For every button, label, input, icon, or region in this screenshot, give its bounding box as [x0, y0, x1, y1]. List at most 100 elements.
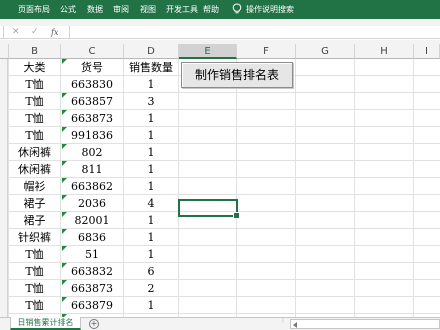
tab-help[interactable]: 帮助: [203, 4, 219, 15]
row-header[interactable]: [0, 297, 8, 314]
checkmark-icon[interactable]: ✓: [31, 26, 39, 39]
column-header-b[interactable]: B: [9, 44, 61, 59]
cell-sales-qty[interactable]: 1: [124, 229, 178, 246]
column-header-g[interactable]: G: [296, 44, 355, 59]
row-header[interactable]: [0, 263, 8, 280]
active-cell-e9[interactable]: [178, 199, 240, 219]
cell-sales-qty[interactable]: 6: [124, 263, 178, 280]
tab-review[interactable]: 审阅: [113, 4, 129, 15]
error-indicator-icon: [62, 161, 67, 166]
row-header[interactable]: [0, 178, 8, 195]
cell-sales-qty[interactable]: 1: [124, 212, 178, 229]
name-box[interactable]: [0, 26, 4, 39]
make-sales-ranking-button[interactable]: 制作销售排名表: [181, 62, 293, 88]
cell-category[interactable]: T恤: [9, 280, 60, 297]
cell-sales-qty[interactable]: 1: [124, 144, 178, 161]
cell-category[interactable]: T恤: [9, 93, 60, 110]
row-header[interactable]: [0, 161, 8, 178]
header-cell-sales-qty[interactable]: 销售数量: [124, 59, 178, 76]
cell-category[interactable]: T恤: [9, 246, 60, 263]
cell-sales-qty[interactable]: 3: [124, 93, 178, 110]
tab-data[interactable]: 数据: [87, 4, 103, 15]
cell-sales-qty[interactable]: 1: [124, 76, 178, 93]
insert-function-icon[interactable]: fx: [51, 26, 58, 39]
error-indicator-icon: [62, 229, 67, 234]
error-indicator-icon: [62, 280, 67, 285]
header-cell-category[interactable]: 大类: [9, 59, 60, 76]
error-indicator-icon: [62, 178, 67, 183]
cancel-icon[interactable]: ✕: [12, 26, 20, 39]
tab-formulas[interactable]: 公式: [60, 4, 76, 15]
cell-item-number[interactable]: 2036: [61, 195, 123, 212]
cell-category[interactable]: 针织裤: [9, 229, 60, 246]
cell-sales-qty[interactable]: 1: [124, 161, 178, 178]
horizontal-scrollbar[interactable]: [290, 319, 440, 329]
row-header[interactable]: [0, 110, 8, 127]
row-header[interactable]: [0, 76, 8, 93]
header-cell-item-number[interactable]: 货号: [61, 59, 123, 76]
cell-sales-qty[interactable]: 1: [124, 110, 178, 127]
row-header[interactable]: [0, 59, 8, 76]
row-header[interactable]: [0, 144, 8, 161]
column-header-f[interactable]: F: [237, 44, 296, 59]
cell-item-number[interactable]: 82001: [61, 212, 123, 229]
sheet-tab-bar: 日销售累计排名 + ⋮: [0, 317, 440, 330]
row-header[interactable]: [0, 246, 8, 263]
cell-category[interactable]: T恤: [9, 127, 60, 144]
cell-category[interactable]: T恤: [9, 110, 60, 127]
cell-item-number[interactable]: 663862: [61, 178, 123, 195]
cell-category[interactable]: 帽衫: [9, 178, 60, 195]
tell-me-search[interactable]: 操作说明搜索: [246, 4, 294, 15]
row-header[interactable]: [0, 195, 8, 212]
cell-sales-qty[interactable]: 1: [124, 297, 178, 314]
row-header[interactable]: [0, 93, 8, 110]
cell-item-number[interactable]: 663873: [61, 280, 123, 297]
more-options-icon[interactable]: ⋮: [280, 318, 286, 329]
ribbon-panel: [0, 19, 440, 26]
cell-sales-qty[interactable]: 2: [124, 280, 178, 297]
select-all-corner[interactable]: [0, 44, 9, 59]
cell-item-number[interactable]: 6836: [61, 229, 123, 246]
cell-item-number[interactable]: 663830: [61, 76, 123, 93]
row-header[interactable]: [0, 280, 8, 297]
cell-category[interactable]: 裙子: [9, 195, 60, 212]
row-header[interactable]: [0, 229, 8, 246]
row-header[interactable]: [0, 127, 8, 144]
column-header-i[interactable]: I: [414, 44, 440, 59]
column-header-e[interactable]: E: [179, 44, 237, 59]
tab-developer[interactable]: 开发工具: [166, 4, 198, 15]
formula-input[interactable]: [69, 26, 440, 39]
sheet-tab-daily-sales-ranking[interactable]: 日销售累计排名: [10, 317, 81, 330]
cell-item-number[interactable]: 663879: [61, 297, 123, 314]
worksheet-grid[interactable]: 大类 货号 销售数量 T恤 663830 1 T恤 663857 3 T恤 663873 1 T恤 991…: [0, 59, 440, 317]
cell-category[interactable]: T恤: [9, 263, 60, 280]
cell-sales-qty[interactable]: 1: [124, 178, 178, 195]
cell-item-number[interactable]: 811: [61, 161, 123, 178]
cell-category[interactable]: 休闲裤: [9, 161, 60, 178]
lightbulb-icon: [232, 3, 242, 14]
add-sheet-icon[interactable]: +: [89, 319, 99, 329]
error-indicator-icon: [62, 212, 67, 217]
tab-page-layout[interactable]: 页面布局: [18, 4, 50, 15]
cell-category[interactable]: T恤: [9, 297, 60, 314]
cell-item-number[interactable]: 663832: [61, 263, 123, 280]
cell-category[interactable]: 裙子: [9, 212, 60, 229]
cell-item-number[interactable]: 663857: [61, 93, 123, 110]
cell-item-number[interactable]: 802: [61, 144, 123, 161]
cell-sales-qty[interactable]: 1: [124, 127, 178, 144]
tab-view[interactable]: 视图: [140, 4, 156, 15]
cell-category[interactable]: T恤: [9, 76, 60, 93]
cell-item-number[interactable]: 663873: [61, 110, 123, 127]
column-header-h[interactable]: H: [355, 44, 414, 59]
formula-bar: ✕ ✓ fx: [0, 26, 440, 39]
column-header-c[interactable]: C: [61, 44, 124, 59]
cell-item-number[interactable]: 51: [61, 246, 123, 263]
scroll-left-icon[interactable]: [293, 322, 297, 328]
cell-item-number[interactable]: 991836: [61, 127, 123, 144]
row-header[interactable]: [0, 212, 8, 229]
cell-sales-qty[interactable]: 1: [124, 246, 178, 263]
cell-category[interactable]: 休闲裤: [9, 144, 60, 161]
column-header-d[interactable]: D: [124, 44, 179, 59]
cell-sales-qty[interactable]: 4: [124, 195, 178, 212]
error-indicator-icon: [62, 246, 67, 251]
